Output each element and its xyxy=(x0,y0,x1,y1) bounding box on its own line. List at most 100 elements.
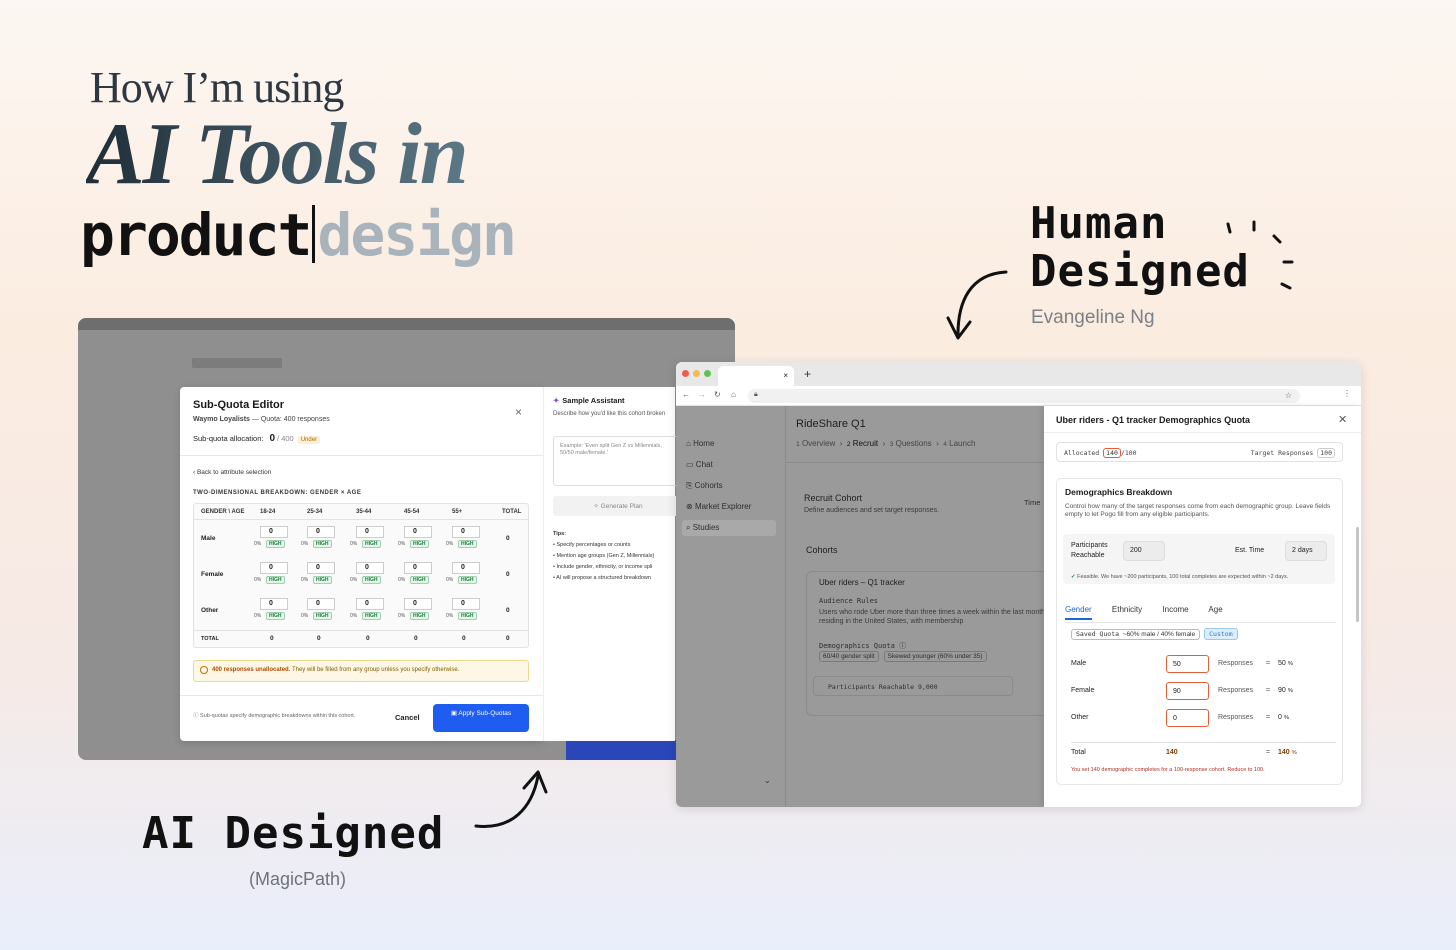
star-icon[interactable]: ☆ xyxy=(1285,391,1292,400)
column-header: 35-44 xyxy=(356,509,372,515)
quota-cell: 0 0% HIGH xyxy=(398,598,434,622)
human-designed-screenshot: × + ← → ↻ ⌂ 🔒︎ ☆ ⋮ ⌂ Home ▭ Chat ⎘ Cohort… xyxy=(676,362,1361,807)
tips-list: Tips: • Specify percentages or counts • … xyxy=(553,529,654,584)
footer-note-text: Sub-quotas specify demographic breakdown… xyxy=(200,713,356,719)
tab-ethnicity[interactable]: Ethnicity xyxy=(1112,605,1142,614)
reach-estimate-box: Participants Reachable 200 Est. Time 2 d… xyxy=(1063,534,1335,584)
chevron-down-icon[interactable]: ⌄ xyxy=(764,776,771,785)
quota-input[interactable]: 90 xyxy=(1166,682,1209,700)
close-tab-icon[interactable]: × xyxy=(783,371,788,380)
sidebar-item-chat[interactable]: ▭ Chat xyxy=(686,460,713,469)
new-tab-icon[interactable]: + xyxy=(804,367,811,381)
forward-icon[interactable]: → xyxy=(698,390,706,399)
menu-icon[interactable]: ⋮ xyxy=(1343,389,1351,398)
cell-percent: 0% xyxy=(254,541,262,547)
row-label: Other xyxy=(1071,714,1089,721)
close-icon[interactable]: ✕ xyxy=(1338,413,1347,426)
sidebar: ⌂ Home ▭ Chat ⎘ Cohorts ⊗ Market Explore… xyxy=(676,406,786,807)
address-bar-row: ← → ↻ ⌂ 🔒︎ ☆ ⋮ xyxy=(676,386,1361,406)
sidebar-item-cohorts[interactable]: ⎘ Cohorts xyxy=(686,481,723,491)
project-title: RideShare Q1 xyxy=(796,418,866,430)
quota-chip: 60/40 gender split xyxy=(819,651,879,662)
time-label: Time xyxy=(1024,498,1041,507)
cell-input[interactable]: 0 xyxy=(307,526,335,538)
sidebar-item-market-explorer[interactable]: ⊗ Market Explorer xyxy=(686,502,751,511)
tab-age[interactable]: Age xyxy=(1208,605,1222,614)
info-icon: ⓘ xyxy=(193,713,201,719)
feasibility-badge: HIGH xyxy=(266,612,285,620)
sidebar-item-home[interactable]: ⌂ Home xyxy=(686,439,714,448)
cell-input[interactable]: 0 xyxy=(260,598,288,610)
quota-cell: 0 0% HIGH xyxy=(350,526,386,550)
cell-input[interactable]: 0 xyxy=(404,526,432,538)
quota-cell: 0 0% HIGH xyxy=(446,562,482,586)
back-icon[interactable]: ← xyxy=(682,390,690,399)
scrollbar[interactable] xyxy=(1356,527,1359,622)
quota-input[interactable]: 50 xyxy=(1166,655,1209,673)
minimize-window-icon[interactable] xyxy=(693,370,700,377)
cell-input[interactable]: 0 xyxy=(356,562,384,574)
cell-input[interactable]: 0 xyxy=(404,562,432,574)
explorer-icon: ⊗ xyxy=(686,502,693,511)
reach-label: Participants Reachable xyxy=(1071,542,1108,559)
quota-cell: 0 0% HIGH xyxy=(254,562,290,586)
over-allocation-error: You set 140 demographic completes for a … xyxy=(1071,767,1265,773)
cell-percent: 0% xyxy=(301,613,309,619)
cell-input[interactable]: 0 xyxy=(452,562,480,574)
text-cursor xyxy=(312,205,316,263)
column-total: 0 xyxy=(366,635,370,642)
divider xyxy=(180,455,543,456)
row-label: Female xyxy=(201,571,224,578)
step-launch[interactable]: 4 Launch xyxy=(943,439,975,448)
step-overview[interactable]: 1 Overview xyxy=(796,439,835,448)
reload-icon[interactable]: ↻ xyxy=(714,390,721,399)
sidebar-item-studies[interactable]: ⌕ Studies xyxy=(682,520,776,536)
cell-input[interactable]: 0 xyxy=(307,562,335,574)
url-input[interactable]: 🔒︎ ☆ xyxy=(748,389,1300,403)
total-percent: 140 % xyxy=(1278,749,1297,756)
step-questions[interactable]: 3 Questions xyxy=(890,439,932,448)
close-icon[interactable]: × xyxy=(515,405,522,419)
back-link[interactable]: ‹ Back to attribute selection xyxy=(193,469,271,476)
feasibility-badge: HIGH xyxy=(458,540,477,548)
cell-input[interactable]: 0 xyxy=(452,598,480,610)
browser-tab[interactable]: × xyxy=(718,366,794,386)
feasibility-badge: HIGH xyxy=(362,612,381,620)
check-circle-icon: ✔ xyxy=(1071,574,1076,580)
row-unit: Responses xyxy=(1218,687,1254,694)
reach-value: 200 xyxy=(1123,541,1165,561)
cell-percent: 0% xyxy=(398,577,406,583)
saved-quota-chip[interactable]: Saved Quota ~60% male / 40% female xyxy=(1071,629,1201,640)
cell-input[interactable]: 0 xyxy=(260,526,288,538)
status-badge: Under xyxy=(297,436,321,444)
tab-income[interactable]: Income xyxy=(1162,605,1188,614)
tab-gender[interactable]: Gender xyxy=(1065,605,1092,620)
home-icon[interactable]: ⌂ xyxy=(731,390,736,399)
quota-input[interactable]: 0 xyxy=(1166,709,1209,727)
close-window-icon[interactable] xyxy=(682,370,689,377)
cell-input[interactable]: 0 xyxy=(404,598,432,610)
cohort-card[interactable]: Uber riders – Q1 tracker Audience Rules … xyxy=(806,571,1056,716)
maximize-window-icon[interactable] xyxy=(704,370,711,377)
breakdown-description: Control how many of the target responses… xyxy=(1065,503,1331,518)
row-total: 0 xyxy=(506,571,510,578)
cell-input[interactable]: 0 xyxy=(452,526,480,538)
quota-cell: 0 0% HIGH xyxy=(398,526,434,550)
feasibility-badge: HIGH xyxy=(313,576,332,584)
step-recruit[interactable]: 2 Recruit xyxy=(847,439,878,448)
target-summary: Target Responses 100 xyxy=(1251,448,1335,458)
generate-plan-button[interactable]: ✧ Generate Plan xyxy=(553,496,683,516)
cell-input[interactable]: 0 xyxy=(356,598,384,610)
cell-input[interactable]: 0 xyxy=(307,598,335,610)
custom-chip[interactable]: Custom xyxy=(1204,628,1238,640)
recruit-title: Recruit Cohort xyxy=(804,493,863,503)
assistant-prompt-input[interactable]: Example: 'Even split Gen Z vs Millennial… xyxy=(553,436,683,486)
apply-sub-quotas-button[interactable]: ▣ Apply Sub-Quotas xyxy=(433,704,529,732)
feasibility-badge: HIGH xyxy=(410,576,429,584)
cell-input[interactable]: 0 xyxy=(260,562,288,574)
quota-cell: 0 0% HIGH xyxy=(398,562,434,586)
cell-percent: 0% xyxy=(350,541,358,547)
tip-item: • Mention age groups (Gen Z, Millennials… xyxy=(553,553,655,559)
cancel-button[interactable]: Cancel xyxy=(395,713,420,722)
cell-input[interactable]: 0 xyxy=(356,526,384,538)
